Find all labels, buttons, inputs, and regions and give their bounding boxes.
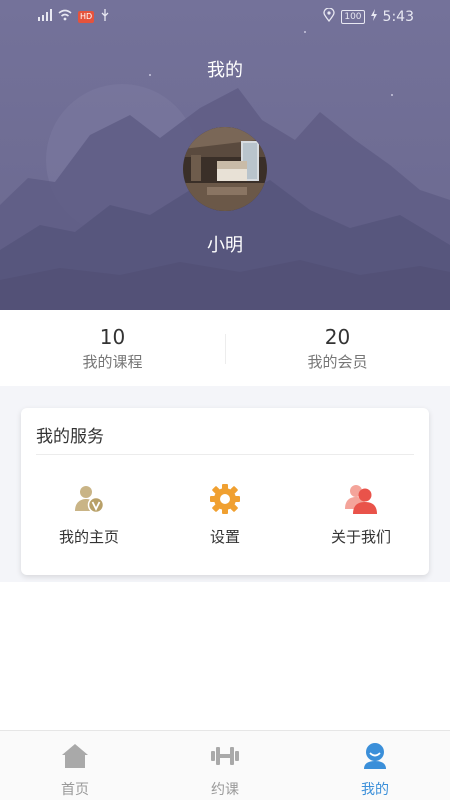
services-title: 我的服务 [36,427,104,447]
avatar[interactable] [183,127,267,211]
app-badge: HD [78,11,95,23]
location-icon [323,7,336,26]
battery-level: 100 [341,10,365,24]
status-time: 5:43 [382,9,414,25]
service-settings[interactable]: 设置 [157,482,293,547]
stats-divider [225,334,226,364]
tab-home[interactable]: 首页 [0,731,150,800]
tab-label: 约课 [211,782,239,798]
service-label: 关于我们 [330,528,391,546]
tab-label: 首页 [61,782,89,798]
dumbbell-icon [150,741,300,771]
tab-label: 我的 [361,782,389,798]
service-about-us[interactable]: 关于我们 [293,482,429,547]
stat-value: 20 [324,325,351,349]
stat-members[interactable]: 20 我的会员 [225,310,450,386]
profile-header: HD 100 5:43 我的 小明 [0,0,450,310]
profile-vip-icon [21,482,157,516]
usb-icon [100,9,110,25]
stat-courses[interactable]: 10 我的课程 [0,310,225,386]
stats-bar: 10 我的课程 20 我的会员 [0,310,450,386]
card-divider [36,454,414,455]
home-icon [0,741,150,771]
tab-book-class[interactable]: 约课 [150,731,300,800]
stat-label: 我的会员 [307,353,368,371]
status-bar: HD 100 5:43 [0,0,450,34]
avatar-image [183,127,267,211]
people-icon [293,482,429,516]
service-label: 设置 [209,528,240,546]
stat-value: 10 [99,325,126,349]
user-icon [300,741,450,771]
username: 小明 [207,235,243,256]
wifi-icon [58,9,72,25]
bottom-tab-bar: 首页 约课 我的 [0,730,450,800]
signal-icon [38,9,52,25]
services-card: 我的服务 我的主页 设置 关于我们 [21,408,429,575]
gear-icon [157,482,293,516]
stat-label: 我的课程 [82,353,143,371]
page-title: 我的 [207,60,243,81]
service-my-homepage[interactable]: 我的主页 [21,482,157,547]
charging-icon [370,9,377,25]
tab-mine[interactable]: 我的 [300,731,450,800]
service-label: 我的主页 [58,528,119,546]
